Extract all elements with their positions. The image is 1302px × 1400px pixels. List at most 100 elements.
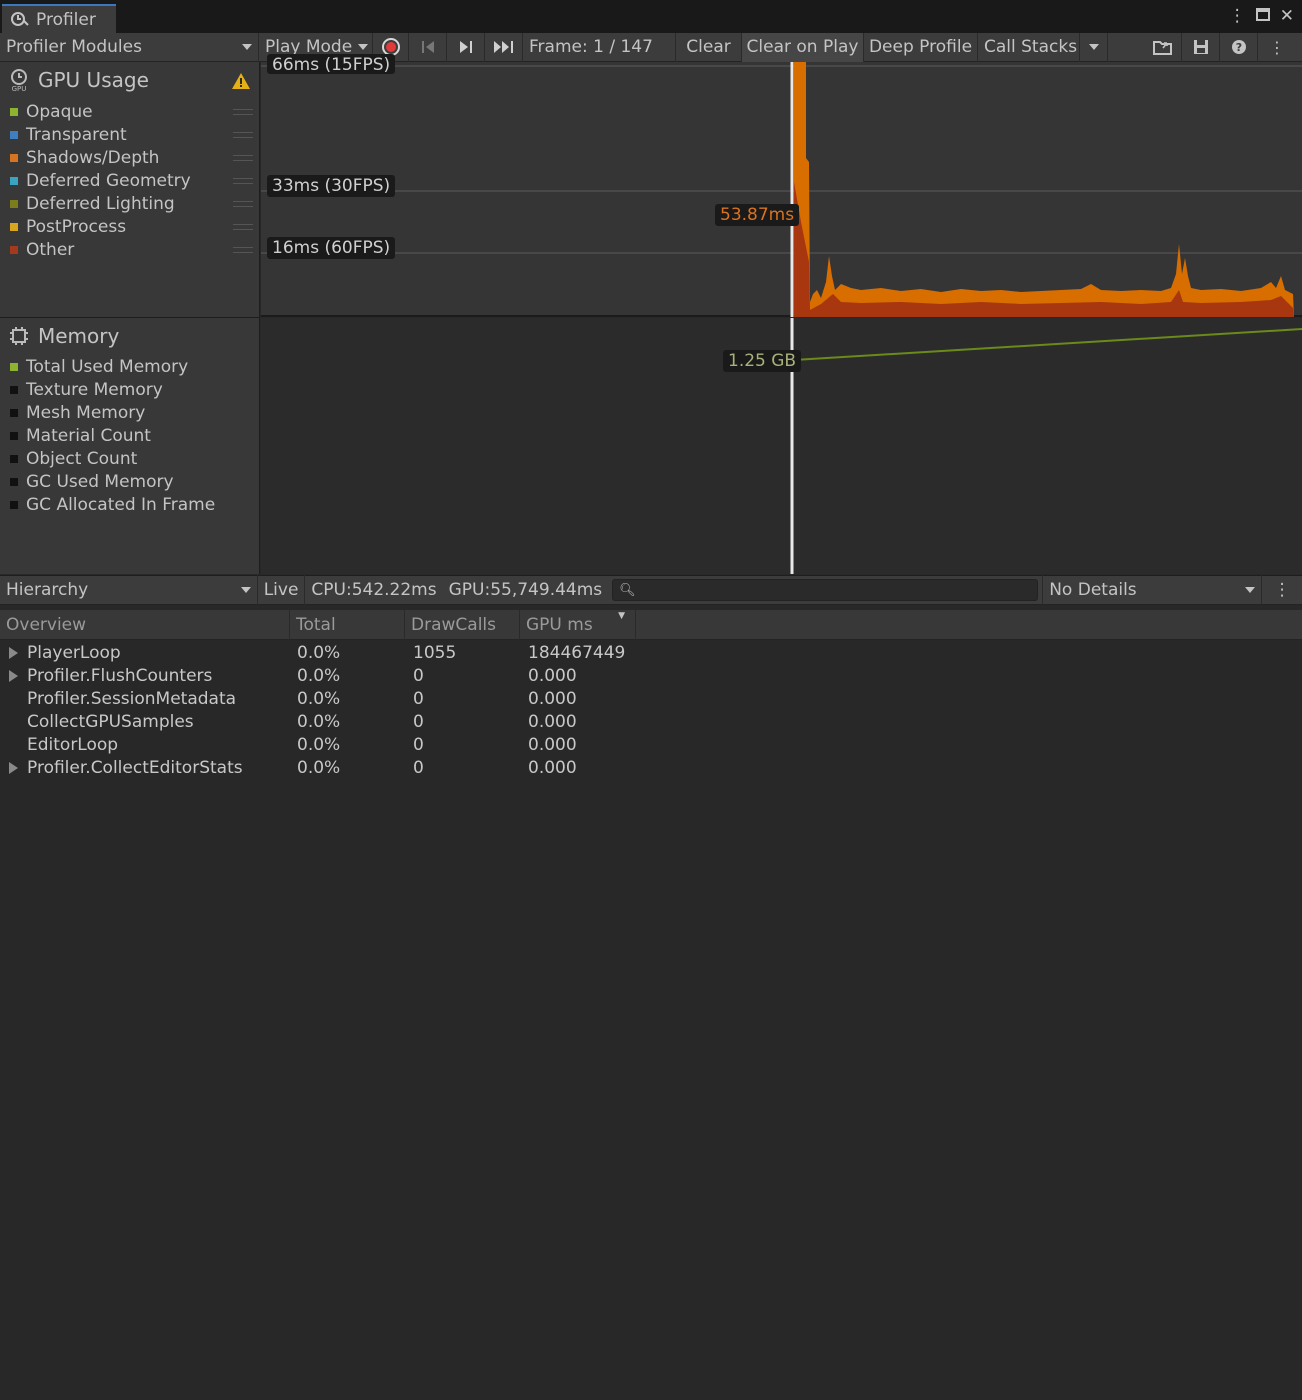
table-row[interactable]: EditorLoop 0.0% 0 0.000 — [0, 733, 1302, 756]
memory-chart[interactable]: 1.25 GB — [261, 318, 1302, 574]
drag-handle-icon[interactable] — [233, 201, 253, 207]
view-mode-dropdown[interactable]: Hierarchy — [0, 575, 258, 605]
maximize-icon[interactable] — [1255, 6, 1270, 26]
drag-handle-icon[interactable] — [233, 178, 253, 184]
table-row[interactable]: Profiler.FlushCounters 0.0% 0 0.000 — [0, 664, 1302, 687]
deep-profile-toggle[interactable]: Deep Profile — [864, 32, 978, 62]
details-dropdown[interactable]: No Details — [1042, 575, 1263, 605]
legend-swatch — [10, 478, 18, 486]
column-drawcalls-label: DrawCalls — [411, 615, 496, 635]
gpu-time: GPU:55,749.44ms — [443, 575, 609, 605]
column-drawcalls[interactable]: DrawCalls — [405, 610, 520, 640]
profiler-modules-dropdown[interactable]: Profiler Modules — [0, 32, 259, 62]
gpu-module-header[interactable]: GPU GPU Usage — [8, 68, 149, 92]
live-toggle[interactable]: Live — [258, 575, 306, 605]
clear-on-play-toggle[interactable]: Clear on Play — [742, 32, 864, 62]
current-frame-button[interactable] — [485, 32, 523, 62]
drag-handle-icon[interactable] — [233, 155, 253, 161]
clear-button[interactable]: Clear — [676, 32, 742, 62]
save-button[interactable] — [1182, 32, 1220, 62]
gpu-legend-item[interactable]: Opaque — [10, 101, 93, 123]
hierarchy-table-header: Overview Total DrawCalls GPU ms ▼ — [0, 610, 1302, 640]
fps-15-label: 66ms (15FPS) — [267, 54, 396, 74]
memory-legend-item[interactable]: Mesh Memory — [10, 402, 145, 424]
details-more-button[interactable]: ⋮ — [1262, 575, 1302, 605]
toolbar-more-button[interactable]: ⋮ — [1258, 33, 1296, 62]
more-options-icon: ⋮ — [1273, 580, 1291, 600]
table-row[interactable]: Profiler.SessionMetadata 0.0% 0 0.000 — [0, 687, 1302, 710]
search-input[interactable]: 🔍︎ — [612, 579, 1039, 601]
cell-gpu-ms: 0.000 — [528, 711, 577, 732]
chip-icon — [10, 327, 28, 345]
column-overview-label: Overview — [6, 615, 87, 635]
load-button[interactable] — [1144, 32, 1182, 62]
drag-handle-icon[interactable] — [233, 224, 253, 230]
gpu-chart-graph — [261, 62, 1302, 317]
profiler-modules-label: Profiler Modules — [6, 37, 142, 57]
close-icon[interactable]: ✕ — [1280, 6, 1294, 26]
gpu-legend-item[interactable]: Shadows/Depth — [10, 147, 159, 169]
table-row[interactable]: CollectGPUSamples 0.0% 0 0.000 — [0, 710, 1302, 733]
profiler-tab[interactable]: Profiler — [2, 4, 116, 34]
cell-total: 0.0% — [297, 734, 341, 755]
cell-gpu-ms: 0.000 — [528, 757, 577, 778]
search-icon: 🔍︎ — [619, 582, 636, 598]
chevron-down-icon — [1245, 587, 1256, 593]
drag-handle-icon[interactable] — [233, 247, 253, 253]
cell-total: 0.0% — [297, 665, 341, 686]
column-total[interactable]: Total — [290, 610, 405, 640]
gpu-legend-item[interactable]: Deferred Geometry — [10, 170, 191, 192]
cell-gpu-ms: 0.000 — [528, 734, 577, 755]
gpu-legend-item[interactable]: Deferred Lighting — [10, 193, 175, 215]
memory-legend-item[interactable]: Total Used Memory — [10, 356, 188, 378]
expand-arrow-icon[interactable] — [9, 756, 18, 779]
module-separator — [0, 317, 260, 318]
cell-drawcalls: 0 — [413, 688, 424, 709]
call-stacks-dropdown[interactable] — [1080, 32, 1108, 62]
legend-label: Transparent — [26, 125, 127, 145]
cpu-time: CPU:542.22ms — [305, 575, 442, 605]
help-button[interactable]: ? — [1220, 32, 1258, 62]
cell-name: PlayerLoop — [27, 642, 121, 663]
gpu-legend-item[interactable]: Other — [10, 239, 74, 261]
column-total-label: Total — [296, 615, 336, 635]
drag-handle-icon[interactable] — [233, 132, 253, 138]
chevron-down-icon — [242, 44, 252, 50]
legend-swatch — [10, 455, 18, 463]
memory-legend-item[interactable]: Material Count — [10, 425, 151, 447]
details-toolbar: Hierarchy Live CPU:542.22ms GPU:55,749.4… — [0, 575, 1302, 605]
drag-handle-icon[interactable] — [233, 109, 253, 115]
memory-legend-item[interactable]: GC Used Memory — [10, 471, 174, 493]
table-row[interactable]: Profiler.CollectEditorStats 0.0% 0 0.000 — [0, 756, 1302, 779]
warning-icon[interactable] — [231, 72, 251, 90]
memory-legend-item[interactable]: GC Allocated In Frame — [10, 494, 215, 516]
fps-60-label: 16ms (60FPS) — [267, 237, 396, 259]
chevron-down-icon — [1088, 44, 1099, 50]
cell-gpu-ms: 0.000 — [528, 665, 577, 686]
memory-legend-item[interactable]: Object Count — [10, 448, 137, 470]
legend-swatch — [10, 108, 18, 116]
profiler-tab-label: Profiler — [36, 10, 96, 30]
expand-arrow-icon[interactable] — [9, 641, 18, 664]
call-stacks-toggle[interactable]: Call Stacks — [978, 32, 1080, 62]
column-gpu-ms[interactable]: GPU ms ▼ — [520, 610, 636, 640]
gpu-icon: GPU — [11, 69, 27, 92]
more-options-icon: ⋮ — [1269, 37, 1285, 57]
memory-legend-item[interactable]: Texture Memory — [10, 379, 163, 401]
gpu-area-orange — [794, 62, 1294, 317]
more-options-icon[interactable]: ⋮ — [1229, 6, 1246, 26]
memory-module-header[interactable]: Memory — [8, 324, 119, 348]
gpu-legend-item[interactable]: PostProcess — [10, 216, 126, 238]
table-row[interactable]: PlayerLoop 0.0% 1055 184467449 — [0, 641, 1302, 664]
gpu-legend-item[interactable]: Transparent — [10, 124, 127, 146]
legend-label: Opaque — [26, 102, 93, 122]
column-overview[interactable]: Overview — [0, 610, 290, 640]
expand-arrow-icon[interactable] — [9, 664, 18, 687]
legend-swatch — [10, 246, 18, 254]
gpu-usage-chart[interactable]: 66ms (15FPS) 33ms (30FPS) 16ms (60FPS) 5… — [261, 54, 1302, 317]
cell-name: EditorLoop — [27, 734, 119, 755]
first-frame-button[interactable] — [409, 32, 447, 62]
next-frame-button[interactable] — [447, 32, 485, 62]
legend-label: Total Used Memory — [26, 357, 189, 377]
